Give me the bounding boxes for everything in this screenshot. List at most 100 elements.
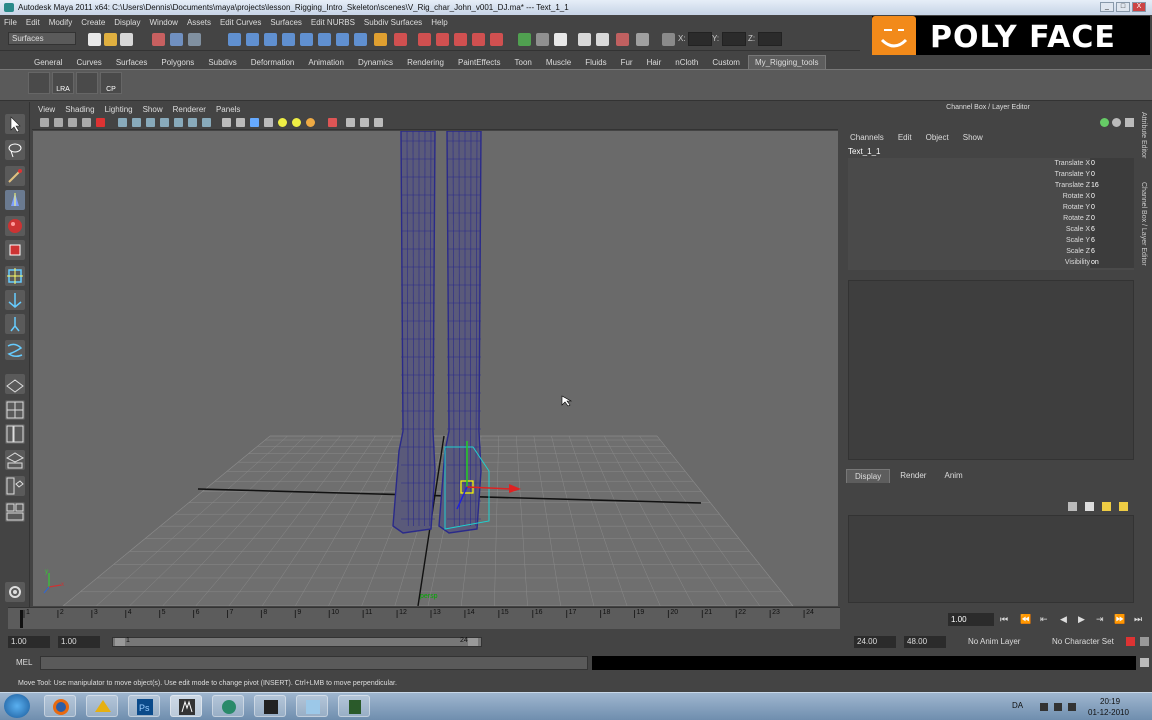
attribute-value[interactable]: 0 bbox=[1090, 213, 1134, 224]
snap-point-icon[interactable] bbox=[264, 33, 277, 46]
panel-menu-shading[interactable]: Shading bbox=[65, 105, 94, 114]
attribute-value[interactable]: 6 bbox=[1090, 235, 1134, 246]
attribute-row[interactable]: Rotate Z0 bbox=[848, 213, 1134, 224]
shelf-tab-polygons[interactable]: Polygons bbox=[155, 56, 200, 69]
paint-select-tool-icon[interactable] bbox=[5, 166, 25, 186]
sidebar-toggle-icon[interactable] bbox=[536, 33, 549, 46]
app-8-taskbar-icon[interactable] bbox=[338, 695, 370, 717]
layer-tab-render[interactable]: Render bbox=[892, 469, 934, 483]
new-scene-icon[interactable] bbox=[88, 33, 101, 46]
menu-window[interactable]: Window bbox=[150, 18, 178, 27]
menu-help[interactable]: Help bbox=[431, 18, 447, 27]
language-indicator[interactable]: DA bbox=[1012, 701, 1023, 710]
snap-curve-icon[interactable] bbox=[246, 33, 259, 46]
rotate-tool-icon[interactable] bbox=[5, 216, 25, 236]
play-forwards-icon[interactable]: ▶ bbox=[1078, 614, 1085, 625]
attribute-value[interactable]: on bbox=[1090, 257, 1134, 268]
range-slider[interactable] bbox=[112, 637, 482, 647]
character-set-dropdown[interactable]: No Character Set bbox=[1052, 637, 1114, 646]
joint-tool-shelf-button[interactable] bbox=[28, 72, 50, 94]
soft-mod-tool-icon[interactable] bbox=[5, 290, 25, 310]
step-back-key-icon[interactable]: ⇤ bbox=[1040, 614, 1048, 625]
maximize-button[interactable]: □ bbox=[1116, 2, 1130, 12]
playback-end-field[interactable]: 24.00 bbox=[854, 636, 896, 648]
resolution-gate-icon[interactable] bbox=[146, 118, 155, 127]
attribute-row[interactable]: Scale Y6 bbox=[848, 235, 1134, 246]
attribute-editor-toggle-icon[interactable] bbox=[554, 33, 567, 46]
shelf-tab-custom[interactable]: Custom bbox=[706, 56, 746, 69]
field-chart-icon[interactable] bbox=[174, 118, 183, 127]
step-forward-key-icon[interactable]: ⇥ bbox=[1096, 614, 1104, 625]
camera-attributes-icon[interactable] bbox=[54, 118, 63, 127]
attribute-value[interactable]: 0 bbox=[1090, 191, 1134, 202]
volume-icon[interactable] bbox=[1068, 703, 1076, 711]
select-object-icon[interactable] bbox=[170, 33, 183, 46]
shelf-tab-dynamics[interactable]: Dynamics bbox=[352, 56, 399, 69]
gate-mask-icon[interactable] bbox=[160, 118, 169, 127]
film-gate-icon[interactable] bbox=[132, 118, 141, 127]
menu-edit-curves[interactable]: Edit Curves bbox=[220, 18, 261, 27]
channel-box-menu-edit[interactable]: Edit bbox=[898, 133, 912, 142]
attribute-value[interactable]: 0 bbox=[1090, 169, 1134, 180]
open-scene-icon[interactable] bbox=[104, 33, 117, 46]
start-button[interactable] bbox=[4, 694, 30, 718]
menu-assets[interactable]: Assets bbox=[187, 18, 211, 27]
move-tool-icon[interactable] bbox=[5, 190, 25, 210]
save-scene-icon[interactable] bbox=[120, 33, 133, 46]
shelf-tab-animation[interactable]: Animation bbox=[302, 56, 350, 69]
curve-tool-icon[interactable] bbox=[5, 340, 25, 360]
scale-tool-icon[interactable] bbox=[5, 240, 25, 260]
attribute-row[interactable]: Rotate X0 bbox=[848, 191, 1134, 202]
layer-editor-toggle-icon[interactable] bbox=[616, 33, 629, 46]
menu-set-dropdown[interactable]: Surfaces bbox=[8, 32, 76, 45]
hyperbolic-icon[interactable] bbox=[1125, 118, 1134, 127]
clock-date[interactable]: 01-12-2010 bbox=[1088, 708, 1129, 717]
playback-start-field[interactable]: 1.00 bbox=[58, 636, 100, 648]
render-icon-4[interactable] bbox=[472, 33, 485, 46]
universal-manipulator-icon[interactable] bbox=[5, 266, 25, 286]
layer-options-icon-2[interactable] bbox=[1119, 502, 1128, 511]
isolate-select-icon[interactable] bbox=[346, 118, 355, 127]
layer-options-icon[interactable] bbox=[1102, 502, 1111, 511]
manipulator-toggle-icon[interactable] bbox=[1100, 118, 1109, 127]
attribute-value[interactable]: 0 bbox=[1090, 158, 1134, 169]
menu-surfaces[interactable]: Surfaces bbox=[270, 18, 302, 27]
shelf-tab-curves[interactable]: Curves bbox=[70, 56, 107, 69]
app-6-taskbar-icon[interactable] bbox=[254, 695, 286, 717]
panel-menu-lighting[interactable]: Lighting bbox=[105, 105, 133, 114]
maya-taskbar-icon[interactable] bbox=[170, 695, 202, 717]
attribute-value[interactable]: 6 bbox=[1090, 246, 1134, 257]
time-slider[interactable] bbox=[8, 607, 840, 629]
shelf-tab-fur[interactable]: Fur bbox=[615, 56, 639, 69]
shelf-tab-subdivs[interactable]: Subdivs bbox=[202, 56, 242, 69]
panel-menu-panels[interactable]: Panels bbox=[216, 105, 240, 114]
clock-time[interactable]: 20:19 bbox=[1100, 697, 1120, 706]
ipr-render-icon[interactable] bbox=[436, 33, 449, 46]
minimize-button[interactable]: _ bbox=[1100, 2, 1114, 12]
script-editor-icon[interactable] bbox=[1140, 658, 1149, 667]
close-button[interactable]: X bbox=[1132, 2, 1146, 12]
current-time-field[interactable]: 1.00 bbox=[948, 613, 994, 626]
attribute-row[interactable]: Translate X0 bbox=[848, 158, 1134, 169]
select-tool-icon[interactable] bbox=[5, 114, 25, 134]
z-coord-field[interactable] bbox=[758, 32, 782, 46]
network-icon[interactable] bbox=[1054, 703, 1062, 711]
lights-icon[interactable] bbox=[306, 118, 315, 127]
channel-box-menu-channels[interactable]: Channels bbox=[850, 133, 884, 142]
shelf-tab-general[interactable]: General bbox=[28, 56, 68, 69]
menu-display[interactable]: Display bbox=[114, 18, 140, 27]
shelf-tab-deformation[interactable]: Deformation bbox=[245, 56, 301, 69]
attribute-row[interactable]: Translate Y0 bbox=[848, 169, 1134, 180]
speed-icon[interactable] bbox=[1112, 118, 1121, 127]
tool-settings-icon[interactable] bbox=[578, 33, 591, 46]
shelf-tab-hair[interactable]: Hair bbox=[641, 56, 668, 69]
shelf-tab-my-rigging-tools[interactable]: My_Rigging_tools bbox=[747, 55, 826, 69]
go-to-end-icon[interactable]: ⏭ bbox=[1134, 614, 1142, 625]
render-frame-icon[interactable] bbox=[418, 33, 431, 46]
attribute-row[interactable]: Translate Z 16 bbox=[848, 180, 1134, 191]
lra-shelf-button[interactable]: LRA bbox=[52, 72, 74, 94]
shelf-tab-toon[interactable]: Toon bbox=[509, 56, 538, 69]
panel-menu-show[interactable]: Show bbox=[143, 105, 163, 114]
select-hierarchy-icon[interactable] bbox=[152, 33, 165, 46]
menu-edit[interactable]: Edit bbox=[26, 18, 40, 27]
